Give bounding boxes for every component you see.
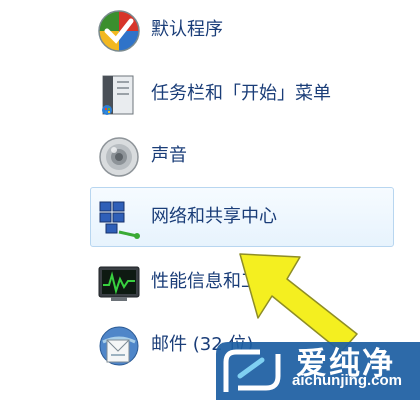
sound-speaker-icon — [99, 137, 139, 177]
performance-tools-label: 性能信息和工具 — [151, 271, 277, 292]
sound-item[interactable]: 声音 — [90, 126, 394, 186]
mail-icon — [99, 326, 139, 366]
default-programs-item[interactable]: 默认程序 — [90, 0, 394, 60]
default-programs-icon — [98, 10, 140, 52]
network-sharing-center-item[interactable]: 网络和共享中心 — [90, 187, 394, 247]
performance-monitor-icon — [98, 266, 140, 301]
network-sharing-center-label: 网络和共享中心 — [151, 206, 277, 227]
default-programs-label: 默认程序 — [151, 19, 223, 40]
network-sharing-center-icon — [99, 201, 140, 239]
taskbar-start-menu-label: 任务栏和「开始」菜单 — [151, 83, 331, 104]
taskbar-start-menu-icon — [102, 75, 134, 115]
watermark-url: aichunjing.com — [292, 372, 403, 389]
taskbar-start-menu-item[interactable]: 任务栏和「开始」菜单 — [90, 64, 394, 124]
performance-tools-item[interactable]: 性能信息和工具 — [90, 252, 394, 312]
sound-label: 声音 — [151, 145, 187, 166]
